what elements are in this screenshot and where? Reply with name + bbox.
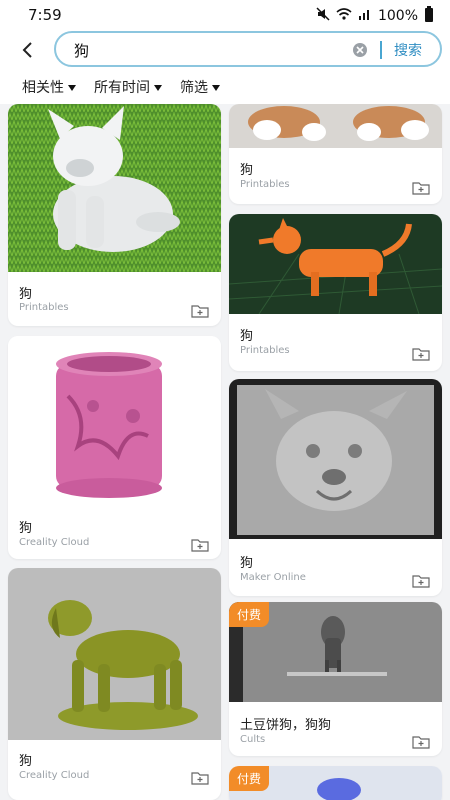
add-to-folder-icon[interactable] (412, 346, 430, 361)
clear-icon[interactable] (352, 42, 368, 58)
result-source: Printables (19, 302, 69, 313)
result-source: Creality Cloud (19, 770, 90, 781)
filter-relevance-label: 相关性 (22, 80, 64, 96)
battery-text: 100% (377, 8, 418, 24)
result-thumbnail (8, 568, 221, 740)
dropdown-triangle-icon (154, 85, 162, 91)
result-source: Cults (240, 734, 266, 745)
result-title: 狗 (240, 163, 254, 178)
result-source: Printables (240, 345, 290, 356)
result-title: 狗 (240, 329, 254, 344)
add-to-folder-icon[interactable] (412, 573, 430, 588)
result-thumbnail: 付费 (229, 602, 442, 702)
result-card[interactable]: 狗 Printables (229, 104, 442, 204)
result-source: Printables (240, 179, 290, 190)
result-card[interactable]: 付费 (229, 766, 442, 800)
result-card[interactable]: 狗 Creality Cloud (8, 336, 221, 559)
filter-relevance[interactable]: 相关性 (22, 77, 76, 97)
result-thumbnail: 付费 (229, 766, 442, 800)
status-time: 7:59 (28, 6, 62, 24)
status-right: 100% (316, 6, 434, 26)
search-query-text[interactable]: 狗 (74, 40, 89, 61)
result-card[interactable]: 狗 Creality Cloud (8, 568, 221, 800)
add-to-folder-icon[interactable] (412, 180, 430, 195)
result-title: 狗 (19, 754, 33, 769)
filter-bar: 相关性 所有时间 筛选 (0, 70, 450, 104)
results-feed: 狗 Printables 狗 Creality Cloud 狗 Creality… (0, 104, 450, 800)
battery-icon (424, 6, 434, 26)
result-card[interactable]: 狗 Printables (229, 214, 442, 371)
filter-options[interactable]: 筛选 (180, 77, 220, 97)
filter-options-label: 筛选 (180, 80, 208, 96)
result-thumbnail (229, 379, 442, 539)
result-source: Creality Cloud (19, 537, 90, 548)
search-divider (380, 41, 382, 59)
add-to-folder-icon[interactable] (412, 734, 430, 749)
result-thumbnail (8, 104, 221, 272)
search-button[interactable]: 搜索 (394, 40, 422, 60)
result-card[interactable]: 狗 Maker Online (229, 379, 442, 596)
paid-badge: 付费 (229, 766, 270, 791)
result-source: Maker Online (240, 572, 306, 583)
add-to-folder-icon[interactable] (191, 303, 209, 318)
result-card[interactable]: 狗 Printables (8, 104, 221, 326)
result-thumbnail (229, 214, 442, 315)
mute-icon (316, 7, 330, 25)
result-thumbnail (229, 104, 442, 148)
add-to-folder-icon[interactable] (191, 770, 209, 785)
dropdown-triangle-icon (212, 85, 220, 91)
dropdown-triangle-icon (68, 85, 76, 91)
filter-time[interactable]: 所有时间 (94, 77, 162, 97)
paid-badge: 付费 (229, 602, 270, 627)
result-thumbnail (8, 336, 221, 506)
filter-time-label: 所有时间 (94, 80, 150, 96)
status-bar: 7:59 100% (0, 0, 450, 30)
result-title: 狗 (19, 521, 33, 536)
result-card[interactable]: 付费 土豆饼狗，狗狗 Cults (229, 602, 442, 756)
search-header: 狗 搜索 (0, 30, 450, 70)
result-title: 土豆饼狗，狗狗 (240, 718, 332, 733)
back-button[interactable] (16, 38, 40, 62)
result-title: 狗 (19, 287, 33, 302)
signal-icon (358, 7, 372, 25)
back-arrow-icon (22, 42, 32, 58)
add-to-folder-icon[interactable] (191, 537, 209, 552)
result-title: 狗 (240, 556, 254, 571)
wifi-icon (336, 7, 352, 25)
search-input[interactable]: 狗 搜索 (54, 31, 442, 67)
